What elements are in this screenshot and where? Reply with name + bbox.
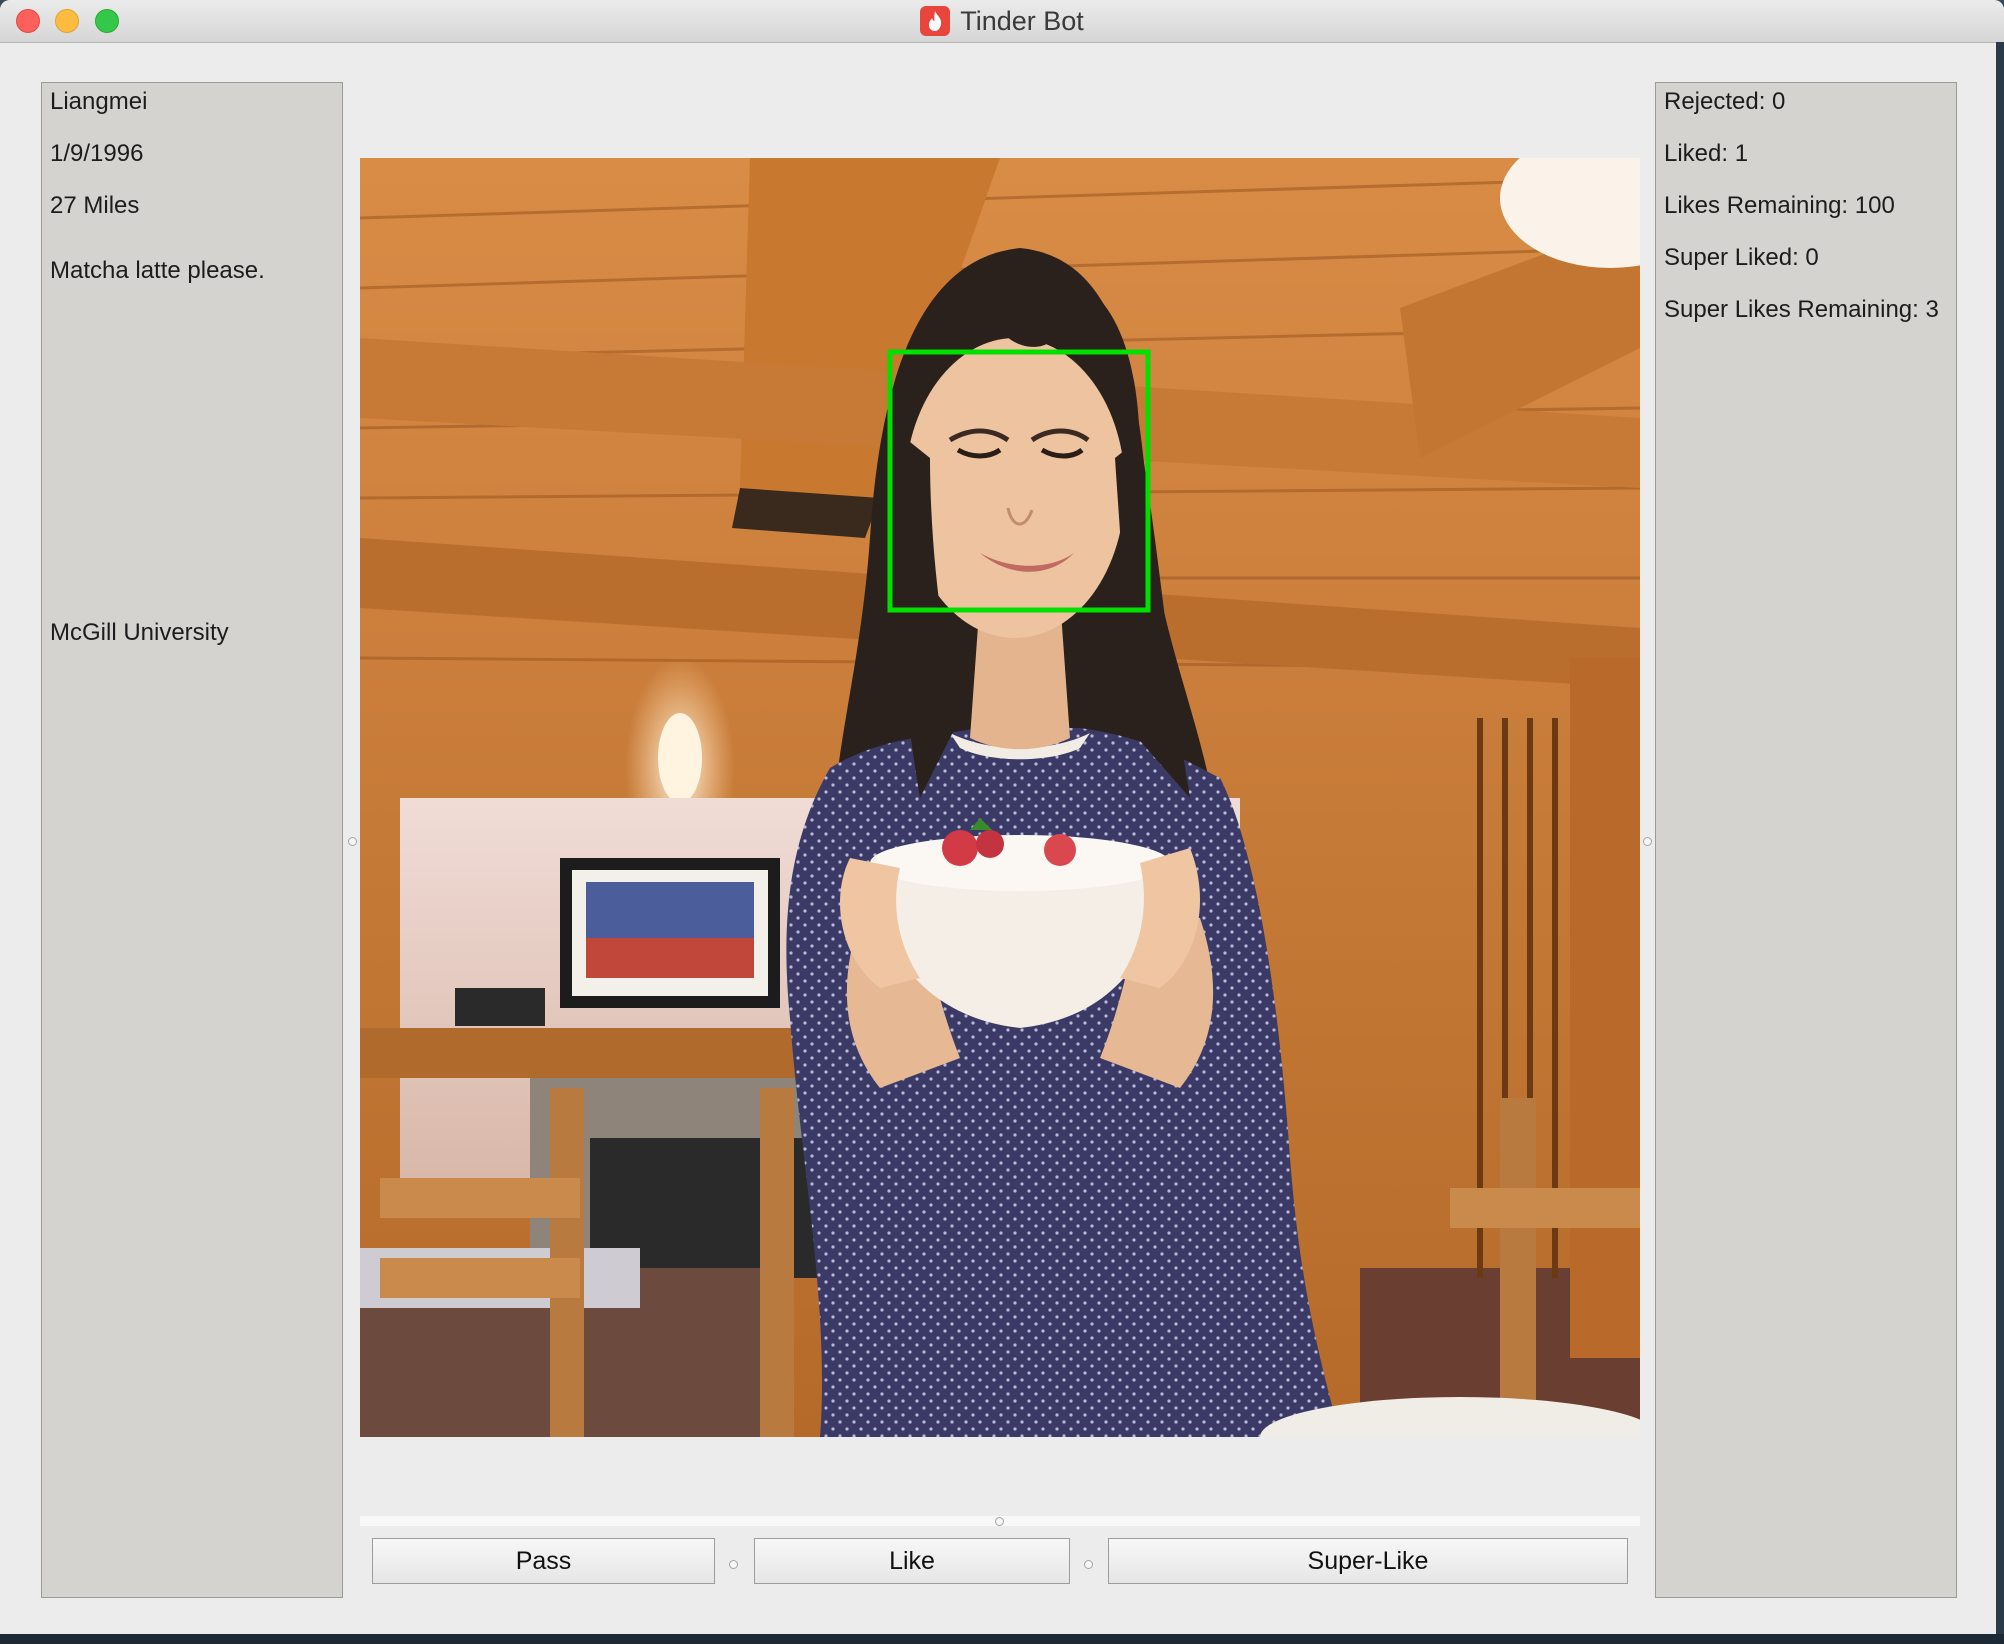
super-liked-count: Super Liked: 0 <box>1664 244 1819 271</box>
likes-remaining: Likes Remaining: 100 <box>1664 192 1895 219</box>
rejected-count: Rejected: 0 <box>1664 88 1786 115</box>
profile-school: McGill University <box>50 619 229 646</box>
pass-button[interactable]: Pass <box>372 1538 715 1584</box>
title-bar: Tinder Bot <box>0 0 2004 43</box>
app-window: Tinder Bot Liangmei 1/9/1996 27 Miles Ma… <box>0 0 2004 1644</box>
super-likes-remaining: Super Likes Remaining: 3 <box>1664 296 1939 323</box>
right-splitter-handle[interactable] <box>1643 837 1652 846</box>
background-window-edge <box>1996 42 2004 1634</box>
window-title: Tinder Bot <box>960 5 1084 36</box>
profile-birthdate: 1/9/1996 <box>50 140 144 167</box>
window-title-group: Tinder Bot <box>0 0 2004 42</box>
stats-panel: Rejected: 0 Liked: 1 Likes Remaining: 10… <box>1655 82 1957 1598</box>
profile-panel: Liangmei 1/9/1996 27 Miles Matcha latte … <box>41 82 343 1598</box>
super-like-button[interactable]: Super-Like <box>1108 1538 1628 1584</box>
button-splitter-handle-2[interactable] <box>1084 1560 1093 1569</box>
like-button[interactable]: Like <box>754 1538 1070 1584</box>
profile-name: Liangmei <box>50 88 148 115</box>
profile-photo <box>360 158 1640 1437</box>
profile-bio: Matcha latte please. <box>50 257 265 284</box>
button-splitter-handle-1[interactable] <box>729 1560 738 1569</box>
flame-icon <box>920 6 951 36</box>
background-window-strip <box>0 1634 2004 1644</box>
left-splitter-handle[interactable] <box>348 837 357 846</box>
profile-distance: 27 Miles <box>50 192 140 219</box>
horizontal-splitter-handle[interactable] <box>995 1517 1004 1526</box>
liked-count: Liked: 1 <box>1664 140 1749 167</box>
